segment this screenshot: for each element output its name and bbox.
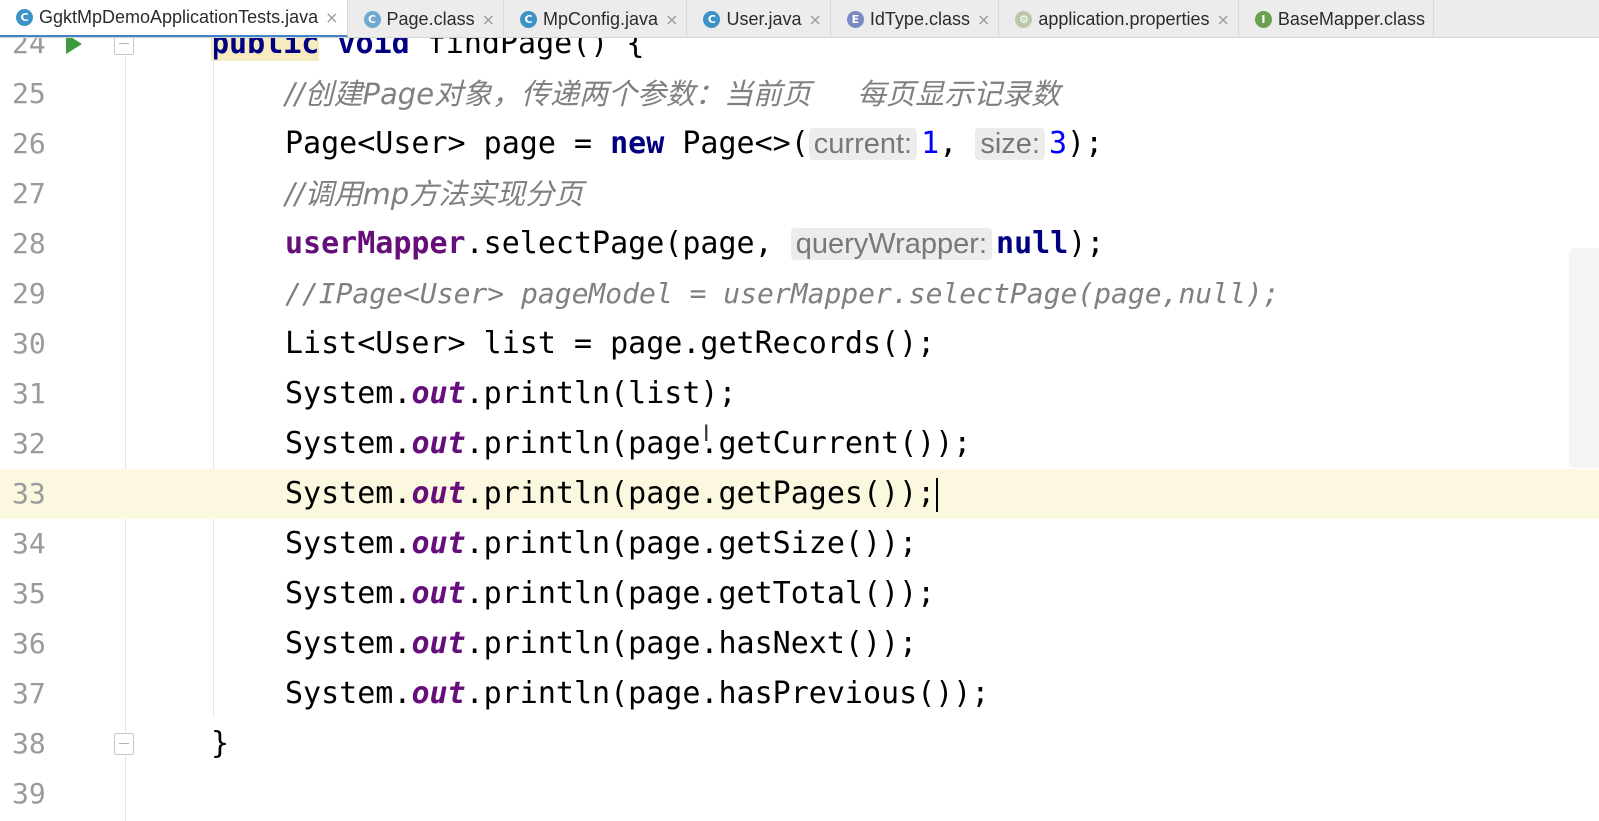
interface-icon: I — [1254, 10, 1272, 28]
static-field: out — [411, 676, 466, 711]
close-icon[interactable]: × — [809, 10, 822, 29]
code-text: List<User> list = page.getRecords(); — [285, 326, 936, 361]
fold-icon[interactable] — [114, 733, 134, 755]
scrollbar[interactable] — [1569, 248, 1599, 468]
code-line: 31 System.out.println(list); — [0, 369, 1599, 419]
line-number: 27 — [12, 177, 46, 210]
tab-basemapper[interactable]: I BaseMapper.class — [1239, 0, 1434, 37]
number-literal: 1 — [921, 126, 940, 161]
line-number: 32 — [12, 427, 46, 460]
code-line: 34 System.out.println(page.getSize()); — [0, 519, 1599, 569]
code-line: 29 //IPage<User> pageModel = userMapper.… — [0, 269, 1599, 319]
tab-idtype[interactable]: E IdType.class × — [831, 0, 1000, 37]
tab-application-properties[interactable]: ⚙ application.properties × — [999, 0, 1239, 37]
code-line: 28 userMapper.selectPage(page, queryWrap… — [0, 219, 1599, 269]
line-number: 31 — [12, 377, 46, 410]
code-editor[interactable]: 24 public void findPage() { 25 //创建Page对… — [0, 38, 1599, 821]
code-line: 36 System.out.println(page.hasNext()); — [0, 619, 1599, 669]
line-number: 33 — [12, 477, 46, 510]
code-line: 25 //创建Page对象，传递两个参数：当前页 每页显示记录数 — [0, 69, 1599, 119]
enum-icon: E — [846, 10, 864, 28]
code-line: 38 } — [0, 719, 1599, 769]
code-comment: //调用mp方法实现分页 — [285, 177, 584, 211]
code-line: 37 System.out.println(page.hasPrevious()… — [0, 669, 1599, 719]
line-number: 30 — [12, 327, 46, 360]
keyword: new — [610, 126, 665, 161]
current-code-line: 33 System.out.println(page.getPages()); — [0, 469, 1599, 519]
line-number: 29 — [12, 277, 46, 310]
tab-page-class[interactable]: C Page.class × — [348, 0, 504, 37]
mouse-cursor-icon: I — [703, 422, 710, 447]
close-icon[interactable]: × — [977, 10, 990, 29]
line-number: 24 — [12, 38, 46, 60]
static-field: out — [411, 476, 466, 511]
tab-ggktmpdemoapplicationtests[interactable]: C GgktMpDemoApplicationTests.java × — [0, 0, 348, 37]
text-caret — [936, 477, 939, 512]
close-icon[interactable]: × — [325, 8, 338, 27]
keyword: void — [337, 38, 410, 61]
tab-user[interactable]: C User.java × — [687, 0, 831, 37]
tab-label: User.java — [726, 8, 802, 29]
line-number: 39 — [12, 777, 46, 810]
properties-icon: ⚙ — [1015, 10, 1033, 28]
tab-label: IdType.class — [869, 8, 970, 29]
parameter-hint: size: — [975, 128, 1045, 160]
editor-tab-bar: C GgktMpDemoApplicationTests.java × C Pa… — [0, 0, 1599, 38]
line-number: 37 — [12, 677, 46, 710]
tab-label: MpConfig.java — [543, 8, 659, 29]
code-line: 26 Page<User> page = new Page<>(current:… — [0, 119, 1599, 169]
code-line: 35 System.out.println(page.getTotal()); — [0, 569, 1599, 619]
tab-label: Page.class — [386, 8, 475, 29]
code-line: 32 System.out.println(page.getCurrent())… — [0, 419, 1599, 469]
line-number: 38 — [12, 727, 46, 760]
close-icon[interactable]: × — [665, 10, 678, 29]
line-number: 28 — [12, 227, 46, 260]
static-field: out — [411, 426, 466, 461]
parameter-hint: current: — [808, 128, 918, 160]
code-line: 30 List<User> list = page.getRecords(); — [0, 319, 1599, 369]
method-signature: findPage() { — [409, 38, 645, 61]
code-line: 27 //调用mp方法实现分页 — [0, 169, 1599, 219]
line-number: 34 — [12, 527, 46, 560]
class-icon: C — [363, 10, 381, 28]
tab-mpconfig[interactable]: C MpConfig.java × — [504, 0, 688, 37]
class-icon: C — [16, 9, 33, 26]
code-line: 39 — [0, 769, 1599, 819]
static-field: out — [411, 376, 466, 411]
code-comment: //IPage<User> pageModel = userMapper.sel… — [285, 277, 1280, 310]
field-reference: userMapper — [285, 226, 466, 261]
tab-label: application.properties — [1038, 8, 1210, 29]
code-comment: //创建Page对象，传递两个参数：当前页 每页显示记录数 — [285, 77, 1061, 111]
class-icon: C — [520, 10, 537, 28]
keyword: public — [211, 38, 320, 61]
static-field: out — [411, 626, 466, 661]
code-text: } — [211, 726, 230, 761]
line-number: 26 — [12, 127, 46, 160]
fold-icon[interactable] — [114, 38, 134, 55]
static-field: out — [411, 526, 466, 561]
close-icon[interactable]: × — [1216, 10, 1229, 29]
tab-label: GgktMpDemoApplicationTests.java — [39, 7, 319, 27]
run-test-icon[interactable] — [66, 38, 82, 54]
keyword: null — [996, 226, 1069, 261]
class-icon: C — [703, 10, 721, 28]
line-number: 35 — [12, 577, 46, 610]
tab-label: BaseMapper.class — [1277, 8, 1425, 29]
parameter-hint: queryWrapper: — [790, 228, 993, 260]
static-field: out — [411, 576, 466, 611]
number-literal: 3 — [1048, 126, 1068, 161]
line-number: 25 — [12, 77, 46, 110]
code-line: 24 public void findPage() { — [0, 38, 1599, 69]
line-number: 36 — [12, 627, 46, 660]
close-icon[interactable]: × — [482, 10, 495, 29]
